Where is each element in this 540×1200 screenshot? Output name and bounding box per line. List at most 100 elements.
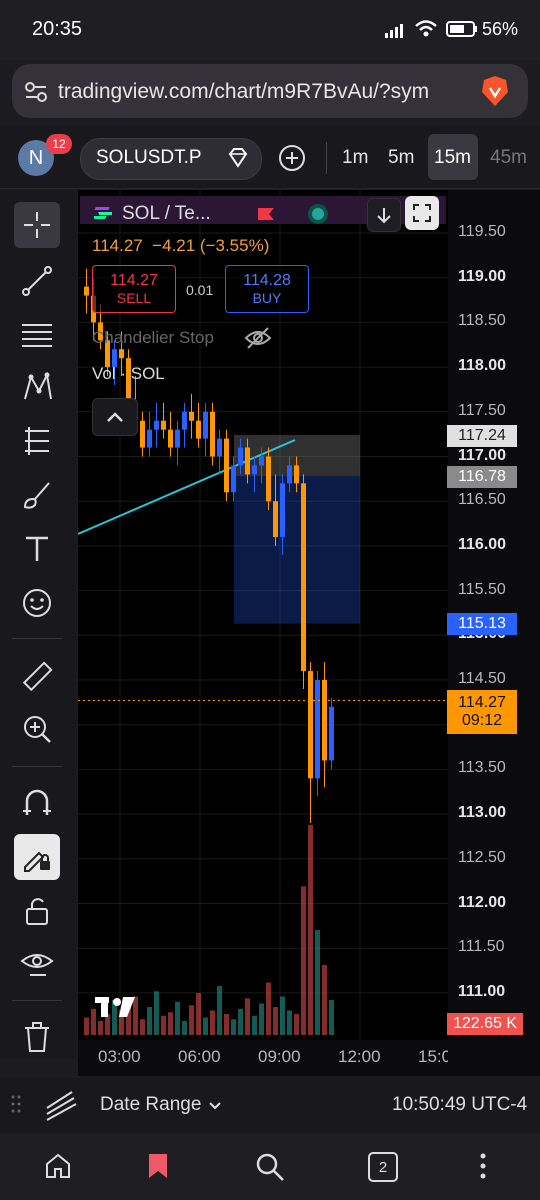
- price-label: 119.50: [458, 223, 506, 240]
- brave-shield-icon[interactable]: [478, 74, 512, 113]
- sell-button[interactable]: 114.27 SELL: [92, 265, 176, 313]
- candle-body: [252, 465, 257, 475]
- price-label: 118.00: [458, 357, 507, 375]
- volume-bar: [203, 1017, 208, 1035]
- price-label: 118.50: [458, 312, 506, 330]
- indicator-chandelier-stop[interactable]: Chandelier Stop: [92, 328, 214, 348]
- candle-body: [217, 438, 222, 457]
- url-text[interactable]: tradingview.com/chart/m9R7BvAu/?sym: [58, 80, 429, 104]
- legend-symbol-title[interactable]: SOL / Te...: [122, 203, 211, 225]
- time-axis[interactable]: [78, 1040, 540, 1076]
- volume-bar: [287, 1010, 292, 1035]
- price-label: 111.00: [458, 982, 506, 1000]
- tabs-button[interactable]: 2: [368, 1152, 398, 1182]
- clock-timezone[interactable]: 10:50:49 UTC-4: [392, 1094, 527, 1116]
- favorites-drawing-icon[interactable]: [44, 1088, 78, 1127]
- date-range-button[interactable]: Date Range: [100, 1094, 201, 1116]
- lock-drawings-icon[interactable]: [14, 834, 60, 880]
- position-target-zone: [234, 476, 360, 624]
- volume-bar: [245, 998, 250, 1035]
- diamond-icon[interactable]: [226, 147, 250, 174]
- collapse-legend-button[interactable]: [92, 398, 138, 436]
- buy-button[interactable]: 114.28 BUY: [225, 265, 309, 313]
- drag-handle-icon[interactable]: [10, 1094, 22, 1119]
- brush-icon[interactable]: [14, 472, 60, 518]
- crosshair-icon[interactable]: [14, 202, 60, 248]
- volume-bar: [301, 886, 306, 1035]
- volume-bar: [196, 993, 201, 1035]
- menu-icon[interactable]: [478, 1152, 488, 1185]
- volume-bar: [182, 1021, 187, 1035]
- eye-icon[interactable]: [14, 940, 60, 986]
- bar-countdown: 09:12: [461, 712, 503, 729]
- toolbar-separator: [12, 638, 62, 639]
- candle-body: [140, 420, 145, 448]
- emoji-icon[interactable]: [14, 580, 60, 626]
- chart-pane[interactable]: [78, 190, 448, 1040]
- market-status-dot: [308, 204, 328, 224]
- price-label: 112.00: [458, 893, 507, 911]
- trend-line-icon[interactable]: [14, 258, 60, 304]
- candle-body: [301, 483, 306, 672]
- scroll-down-button[interactable]: [367, 198, 401, 232]
- volume-bar: [189, 1005, 194, 1035]
- price-label: 117.50: [458, 401, 506, 419]
- sell-price: 114.27: [110, 272, 158, 289]
- toolbar-separator: [12, 766, 62, 767]
- candle-body: [161, 420, 166, 430]
- indicator-volume[interactable]: Vol · SOL: [92, 364, 165, 384]
- volume-bar: [224, 1014, 229, 1035]
- notification-badge: 12: [46, 134, 72, 154]
- candle-body: [259, 456, 264, 466]
- prediction-icon[interactable]: [14, 418, 60, 464]
- price-label: 116.50: [458, 491, 506, 509]
- timeframe-1m[interactable]: 1m: [342, 147, 368, 169]
- timeframe-45m[interactable]: 45m: [490, 147, 527, 169]
- volume-bar: [238, 1008, 243, 1035]
- candle-body: [238, 447, 243, 466]
- pattern-icon[interactable]: [14, 364, 60, 410]
- fullscreen-button[interactable]: [405, 196, 439, 230]
- search-icon[interactable]: [255, 1152, 285, 1187]
- fib-retracement-icon[interactable]: [14, 312, 60, 358]
- magnet-icon[interactable]: [14, 780, 60, 826]
- candle-body: [224, 438, 229, 493]
- volume-tag: 122.65 K: [447, 1013, 523, 1035]
- volume-bar: [280, 996, 285, 1035]
- price-label: 113.50: [458, 759, 506, 777]
- candle-body: [322, 680, 327, 761]
- volume-bar: [273, 1007, 278, 1035]
- volume-bar: [315, 930, 320, 1035]
- home-icon[interactable]: [44, 1152, 72, 1185]
- price-chart[interactable]: [78, 190, 448, 1040]
- timeframe-15m[interactable]: 15m: [434, 147, 471, 169]
- text-tool-icon[interactable]: [14, 526, 60, 572]
- hidden-eye-icon[interactable]: [244, 326, 272, 355]
- volume-bar: [168, 1012, 173, 1035]
- compare-add-icon[interactable]: [278, 144, 306, 177]
- wifi-icon: [414, 19, 438, 44]
- price-label: 116.00: [458, 535, 507, 553]
- volume-bar: [329, 1000, 334, 1035]
- price-label: 112.50: [458, 848, 506, 866]
- zoom-in-icon[interactable]: [14, 706, 60, 752]
- price-tag-zone-top: 117.24: [447, 425, 517, 447]
- candle-body: [294, 465, 299, 484]
- unlock-icon[interactable]: [14, 888, 60, 934]
- bookmark-icon[interactable]: [146, 1152, 170, 1185]
- volume-bar: [84, 1017, 89, 1035]
- site-settings-icon[interactable]: [24, 80, 48, 109]
- chevron-down-icon[interactable]: [208, 1098, 222, 1116]
- candle-body: [266, 456, 271, 502]
- price-label: 115.50: [458, 580, 506, 598]
- price-label: 114.50: [458, 670, 506, 687]
- flag-icon[interactable]: [256, 206, 276, 227]
- candle-body: [315, 680, 320, 779]
- tab-count: 2: [378, 1158, 388, 1176]
- sell-label: SELL: [116, 290, 152, 306]
- ruler-icon[interactable]: [14, 654, 60, 700]
- timeframe-5m[interactable]: 5m: [388, 147, 414, 169]
- symbol-name[interactable]: SOLUSDT.P: [96, 147, 202, 169]
- trash-icon[interactable]: [14, 1014, 60, 1060]
- battery-percent: 56%: [482, 19, 519, 39]
